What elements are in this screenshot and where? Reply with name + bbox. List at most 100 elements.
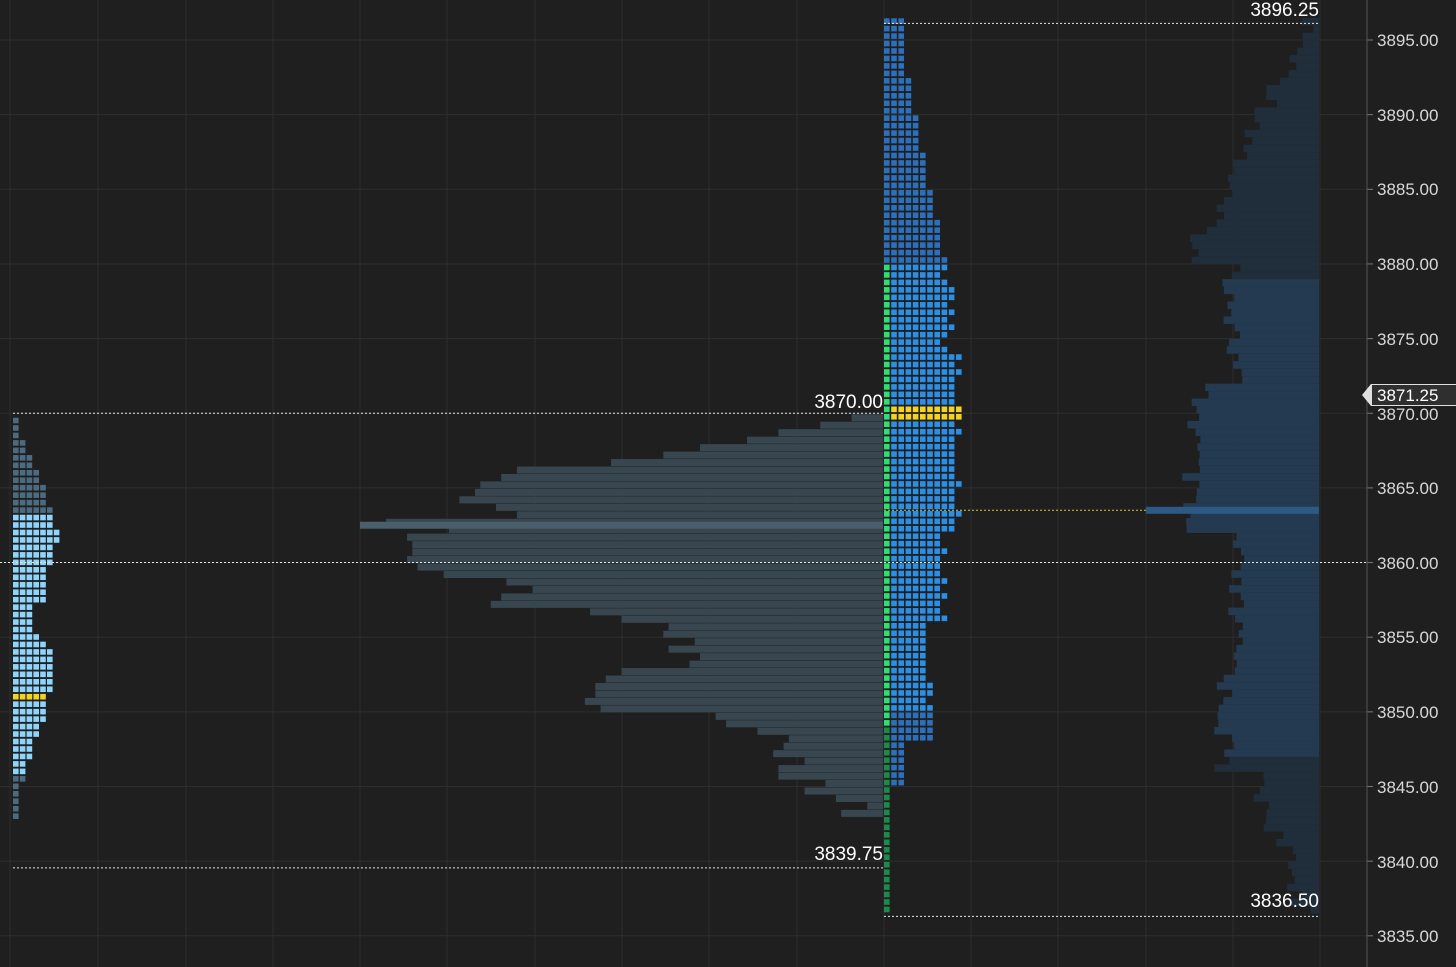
tpo-block xyxy=(891,182,897,189)
tpo-block xyxy=(884,742,890,749)
volume-bar xyxy=(1241,368,1319,377)
tpo-block xyxy=(905,287,912,293)
tpo-block xyxy=(912,503,919,510)
tpo-block xyxy=(912,115,919,121)
tpo-block xyxy=(891,48,897,54)
tpo-block xyxy=(912,682,919,689)
tpo-block xyxy=(13,462,19,469)
tpo-block xyxy=(920,354,926,360)
tpo-block xyxy=(927,376,933,383)
tpo-block xyxy=(898,511,904,517)
tpo-block xyxy=(26,484,33,491)
tpo-block xyxy=(941,503,948,510)
tpo-block xyxy=(898,548,904,554)
tpo-block xyxy=(905,264,912,271)
tpo-block xyxy=(927,682,933,689)
tpo-block xyxy=(26,738,33,745)
tpo-block xyxy=(891,212,897,219)
tpo-block xyxy=(948,399,955,405)
tpo-block xyxy=(941,369,948,375)
tpo-block xyxy=(891,428,897,435)
tpo-block xyxy=(19,716,26,722)
volume-bar xyxy=(1208,391,1319,399)
tpo-block xyxy=(941,615,948,622)
tpo-block xyxy=(884,257,890,263)
tpo-block xyxy=(26,671,33,678)
tpo-block xyxy=(26,619,33,625)
tpo-block xyxy=(13,529,19,536)
tpo-block xyxy=(912,511,919,517)
volume-bar xyxy=(1228,607,1319,616)
tpo-block xyxy=(941,548,948,554)
volume-bar xyxy=(1244,129,1319,138)
tpo-block xyxy=(934,436,940,442)
tpo-block xyxy=(912,443,919,450)
tpo-block xyxy=(891,585,897,592)
tpo-block xyxy=(19,596,26,603)
tpo-block xyxy=(19,574,26,581)
tpo-block xyxy=(884,682,890,689)
tpo-block xyxy=(927,219,933,226)
tpo-block xyxy=(891,443,897,450)
tpo-block xyxy=(905,346,912,353)
volume-bar xyxy=(663,630,883,638)
tpo-block xyxy=(898,48,904,54)
tpo-block xyxy=(898,78,904,84)
tpo-block xyxy=(912,705,919,711)
tpo-block xyxy=(927,734,933,741)
tpo-block xyxy=(26,574,33,581)
tpo-block xyxy=(927,249,933,256)
tpo-block xyxy=(891,720,897,726)
tpo-block xyxy=(898,563,904,569)
tpo-block xyxy=(898,33,904,39)
tpo-block xyxy=(912,428,919,435)
tpo-block xyxy=(13,581,19,588)
tpo-block xyxy=(920,279,926,286)
tpo-block xyxy=(948,473,955,480)
tpo-block xyxy=(884,779,890,786)
tpo-block xyxy=(13,776,19,782)
tpo-block xyxy=(26,537,33,543)
volume-bar xyxy=(1302,32,1319,41)
tpo-block xyxy=(912,264,919,271)
tpo-block xyxy=(934,473,940,480)
tpo-block xyxy=(891,324,897,331)
tpo-block xyxy=(934,219,940,226)
tpo-block xyxy=(898,137,904,144)
tpo-block xyxy=(934,234,940,241)
tpo-block xyxy=(884,190,890,196)
tpo-block xyxy=(13,671,19,678)
tpo-block xyxy=(927,570,933,577)
tpo-block xyxy=(912,167,919,174)
tpo-block xyxy=(905,436,912,442)
tpo-block xyxy=(13,425,19,431)
tpo-block xyxy=(905,705,912,711)
volume-bar xyxy=(1229,182,1319,190)
volume-bar xyxy=(1253,794,1319,802)
tpo-block xyxy=(884,63,890,69)
volume-bar xyxy=(1199,465,1319,474)
tpo-block xyxy=(13,567,19,573)
tpo-block xyxy=(905,615,912,622)
tpo-block xyxy=(920,570,926,577)
tpo-block xyxy=(891,637,897,644)
tpo-block xyxy=(905,585,912,592)
tpo-block xyxy=(19,626,26,633)
tpo-block xyxy=(934,361,940,368)
volume-bar xyxy=(516,511,883,519)
tpo-block xyxy=(927,294,933,301)
volume-bar xyxy=(417,563,883,571)
volume-bar xyxy=(1214,764,1319,772)
market-profile-chart: 3870.00 3839.75 3896.25 3836.50 3895.00 … xyxy=(0,0,1456,967)
tpo-block xyxy=(927,279,933,286)
volume-bar xyxy=(1263,824,1319,832)
tpo-block xyxy=(13,514,19,521)
tpo-block xyxy=(920,705,926,711)
tpo-block xyxy=(912,361,919,368)
volume-bar xyxy=(1199,450,1319,459)
tpo-block xyxy=(898,316,904,323)
tpo-block xyxy=(884,145,890,151)
tpo-block xyxy=(905,257,912,263)
tpo-block xyxy=(941,309,948,316)
tpo-block xyxy=(884,316,890,323)
